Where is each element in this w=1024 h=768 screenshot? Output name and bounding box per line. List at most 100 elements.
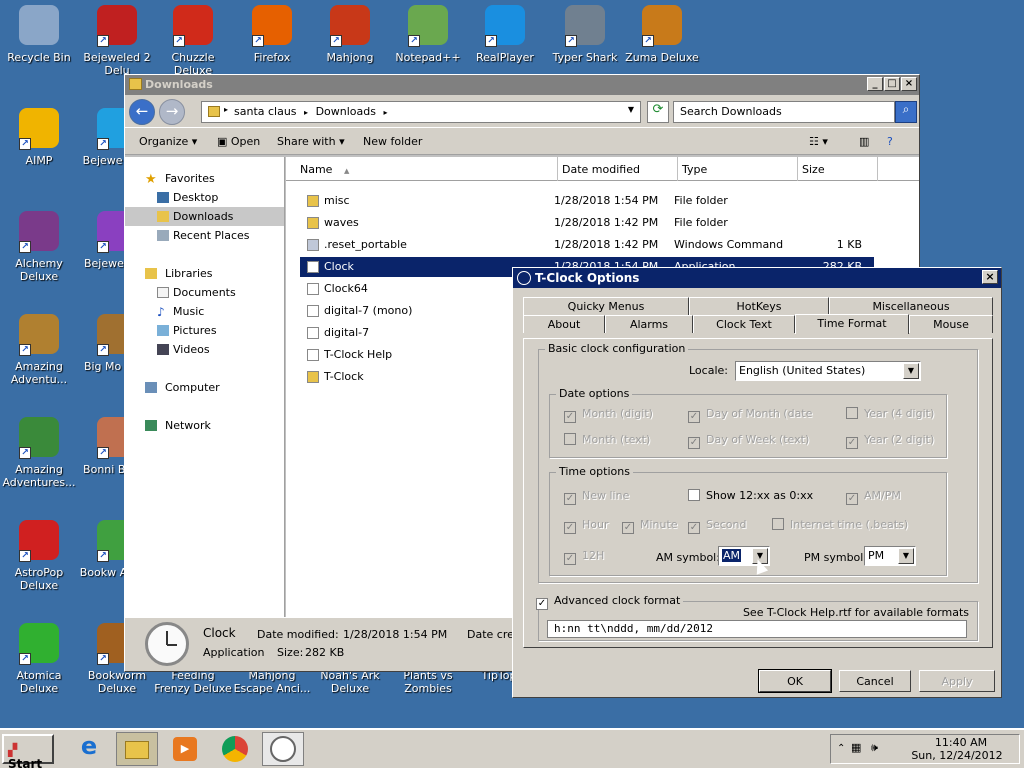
desktop-shortcut[interactable]: ↗ Mahjong <box>311 5 389 64</box>
chrome-icon[interactable] <box>214 732 256 766</box>
tclock-taskbar-icon[interactable] <box>262 732 304 766</box>
pm-symbol-select[interactable]: PM ▼ <box>864 546 916 566</box>
tab-time-format[interactable]: Time Format <box>795 314 909 334</box>
explorer-title-bar[interactable]: Downloads _ □ × <box>125 75 919 95</box>
details-size-value: 282 KB <box>305 646 345 659</box>
organize-button[interactable]: Organize ▾ <box>139 135 197 148</box>
desktop-shortcut[interactable]: ↗ Chuzzle Deluxe <box>154 5 232 77</box>
nav-videos[interactable]: Videos <box>125 340 284 359</box>
column-date-modified[interactable]: Date modified <box>558 157 678 181</box>
network-tray-icon[interactable]: ▦ <box>851 741 861 754</box>
checkbox-date-option[interactable]: ✓ Day of Month (date <box>688 407 812 423</box>
tab-mouse[interactable]: Mouse <box>909 315 993 333</box>
checkbox-date-option[interactable]: Month (text) <box>564 433 650 446</box>
desktop-shortcut[interactable]: ↗ Zuma Deluxe <box>623 5 701 64</box>
table-row[interactable]: misc 1/28/2018 1:54 PM File folder <box>300 191 874 211</box>
locale-select[interactable]: English (United States) ▼ <box>735 361 921 381</box>
desktop-shortcut[interactable]: ↗ Typer Shark <box>546 5 624 64</box>
desktop-shortcut[interactable]: ↗ Firefox <box>233 5 311 64</box>
maximize-button[interactable]: □ <box>884 77 900 91</box>
checkbox-new-line[interactable]: ✓ New line <box>564 489 629 505</box>
desktop-shortcut[interactable]: ↗ Notepad++ <box>389 5 467 64</box>
tab-alarms[interactable]: Alarms <box>605 315 693 333</box>
desktop-shortcut[interactable]: Recycle Bin <box>0 5 78 64</box>
show-hidden-icons-icon[interactable]: ⌃ <box>837 743 845 754</box>
tab-miscellaneous[interactable]: Miscellaneous <box>829 297 993 315</box>
format-input[interactable]: h:nn tt\nddd, mm/dd/2012 <box>547 620 967 638</box>
minimize-button[interactable]: _ <box>867 77 883 91</box>
checkbox-date-option[interactable]: ✓ Day of Week (text) <box>688 433 809 449</box>
tab-clock-text[interactable]: Clock Text <box>693 315 795 333</box>
nav-libraries[interactable]: Libraries <box>125 264 284 283</box>
clock-date[interactable]: Sun, 12/24/2012 <box>897 749 1017 762</box>
column-size[interactable]: Size <box>798 157 878 181</box>
refresh-button[interactable]: ⟳ <box>647 101 669 123</box>
nav-favorites[interactable]: ★ Favorites <box>125 169 284 188</box>
nav-desktop[interactable]: Desktop <box>125 188 284 207</box>
search-input[interactable]: Search Downloads <box>673 101 895 123</box>
desktop-shortcut[interactable]: ↗ AstroPop Deluxe <box>0 520 78 592</box>
open-button[interactable]: ▣ Open <box>217 135 260 148</box>
ok-button[interactable]: OK <box>758 669 832 693</box>
checkbox-show-12[interactable]: Show 12:xx as 0:xx <box>688 489 813 502</box>
shortcut-arrow-icon: ↗ <box>97 447 109 459</box>
desktop-shortcut[interactable]: ↗ RealPlayer <box>466 5 544 64</box>
nav-network[interactable]: Network <box>125 416 284 435</box>
table-row[interactable]: waves 1/28/2018 1:42 PM File folder <box>300 213 874 233</box>
checkbox-minute[interactable]: ✓ Minute <box>622 518 678 534</box>
close-button[interactable]: × <box>901 77 917 91</box>
dialog-close-button[interactable]: × <box>982 270 998 284</box>
breadcrumb-downloads[interactable]: Downloads <box>316 105 376 118</box>
checkbox-advanced-format[interactable]: ✓ Advanced clock format <box>533 594 684 610</box>
start-button[interactable]: ▞ Start <box>2 734 54 768</box>
apply-button[interactable]: Apply <box>919 670 995 692</box>
address-bar-area: ← → ▸ santa claus ▸ Downloads ▸ ▼ ⟳ Sear… <box>125 95 919 127</box>
help-icon[interactable]: ? <box>887 135 893 148</box>
address-dropdown-icon[interactable]: ▼ <box>628 105 634 114</box>
desktop-shortcut[interactable]: ↗ Amazing Adventu... <box>0 314 78 386</box>
nav-recent-places[interactable]: Recent Places <box>125 226 284 245</box>
volume-icon[interactable]: 🕪 <box>871 741 878 755</box>
desktop-shortcut[interactable]: ↗ Amazing Adventures... <box>0 417 78 489</box>
desktop-shortcut[interactable]: ↗ Bejeweled 2 Delu <box>78 5 156 77</box>
forward-button[interactable]: → <box>159 99 185 125</box>
column-type[interactable]: Type <box>678 157 798 181</box>
checkbox-date-option[interactable]: ✓ Month (digit) <box>564 407 653 423</box>
internet-explorer-icon[interactable]: e <box>68 732 110 766</box>
media-player-icon[interactable]: ▶ <box>164 732 206 766</box>
new-folder-button[interactable]: New folder <box>363 135 422 148</box>
nav-music[interactable]: ♪ Music <box>125 302 284 321</box>
desktop-shortcut[interactable]: ↗ Atomica Deluxe <box>0 623 78 695</box>
checkbox-date-option[interactable]: Year (4 digit) <box>846 407 934 420</box>
table-row[interactable]: .reset_portable 1/28/2018 1:42 PM Windows … <box>300 235 874 255</box>
tab-quicky-menus[interactable]: Quicky Menus <box>523 297 689 315</box>
nav-pictures[interactable]: Pictures <box>125 321 284 340</box>
checkbox-hour[interactable]: ✓ Hour <box>564 518 609 534</box>
details-size-label: Size: <box>277 646 304 659</box>
search-icon[interactable]: ⌕ <box>895 101 917 123</box>
checkbox-second[interactable]: ✓ Second <box>688 518 746 534</box>
column-name[interactable]: Name ▲ <box>296 157 558 181</box>
dialog-title-bar[interactable]: T-Clock Options × <box>513 268 1001 288</box>
nav-computer[interactable]: Computer <box>125 378 284 397</box>
checkbox-12h[interactable]: ✓ 12H <box>564 549 604 565</box>
file-explorer-icon[interactable] <box>116 732 158 766</box>
nav-downloads[interactable]: Downloads <box>125 207 284 226</box>
cancel-button[interactable]: Cancel <box>839 670 911 692</box>
checkbox-date-option[interactable]: ✓ Year (2 digit) <box>846 433 934 449</box>
tab-hotkeys[interactable]: HotKeys <box>689 297 829 315</box>
preview-pane-icon[interactable]: ▥ <box>859 135 869 148</box>
clock-time[interactable]: 11:40 AM <box>911 736 1011 749</box>
share-with-button[interactable]: Share with ▾ <box>277 135 345 148</box>
breadcrumb-santa[interactable]: santa claus <box>234 105 297 118</box>
checkbox-ampm[interactable]: ✓ AM/PM <box>846 489 901 505</box>
desktop-shortcut[interactable]: ↗ AIMP <box>0 108 78 167</box>
back-button[interactable]: ← <box>129 99 155 125</box>
address-bar[interactable]: ▸ santa claus ▸ Downloads ▸ ▼ <box>201 101 641 123</box>
checkbox-internet-time[interactable]: Internet time (.beats) <box>772 518 908 531</box>
nav-documents[interactable]: Documents <box>125 283 284 302</box>
view-options-icon[interactable]: ☷ ▾ <box>809 135 828 148</box>
desktop-shortcut[interactable]: ↗ Alchemy Deluxe <box>0 211 78 283</box>
tab-about[interactable]: About <box>523 315 605 333</box>
shortcut-arrow-icon: ↗ <box>19 344 31 356</box>
